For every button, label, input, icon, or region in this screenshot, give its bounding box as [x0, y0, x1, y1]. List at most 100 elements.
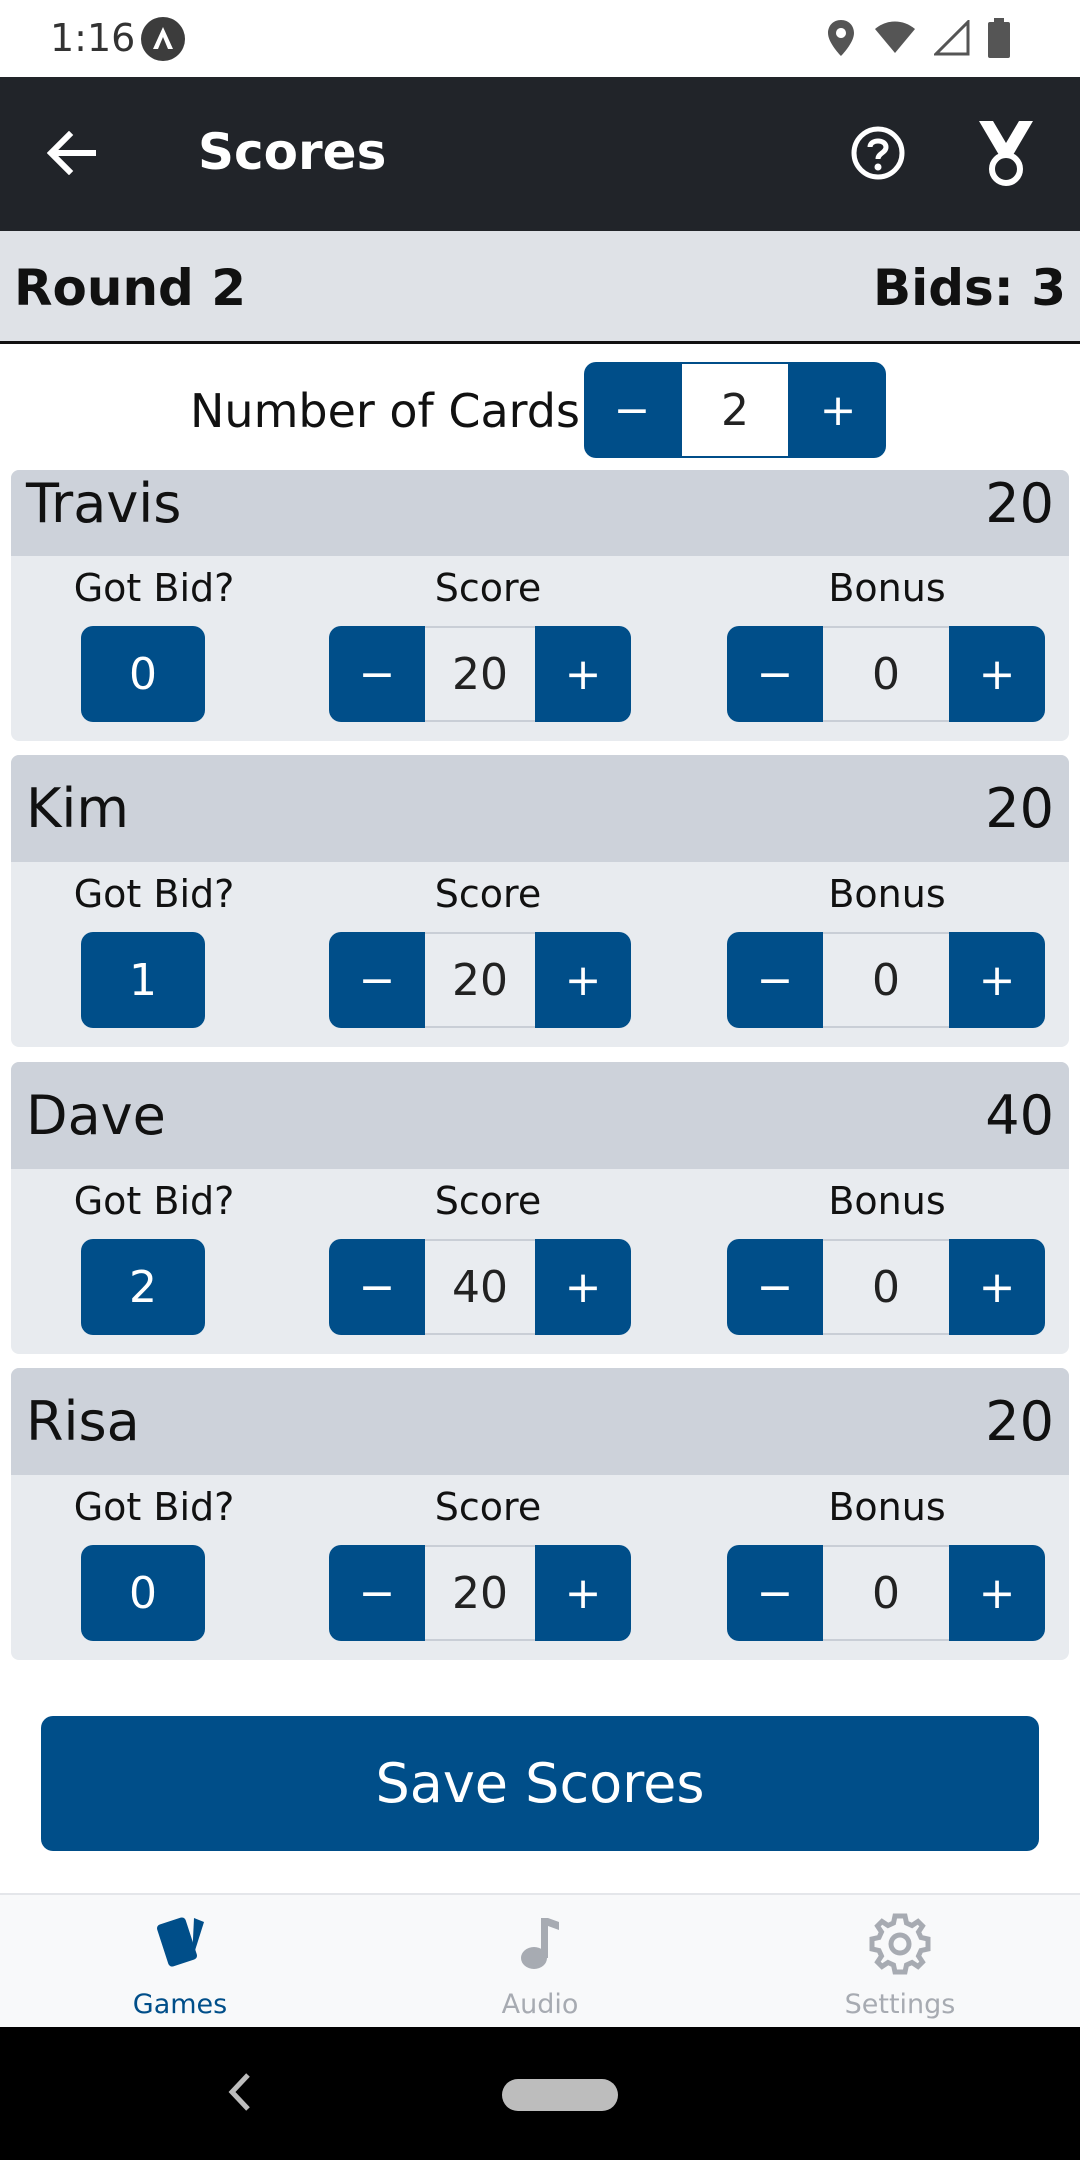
status-bar: 1:16 — [0, 0, 1080, 77]
player-total-score: 20 — [985, 1390, 1054, 1453]
cards-value[interactable]: 2 — [680, 362, 790, 458]
score-stepper: − 20 + — [329, 1545, 631, 1641]
player-body: Got Bid? Score Bonus 0 − 20 + − 0 + — [11, 556, 1069, 741]
score-value[interactable]: 20 — [425, 1545, 535, 1641]
player-body: Got Bid? Score Bonus 1 − 20 + − 0 + — [11, 862, 1069, 1047]
bonus-increment-button[interactable]: + — [949, 1239, 1045, 1335]
number-of-cards-stepper: − 2 + — [584, 362, 886, 458]
score-increment-button[interactable]: + — [535, 932, 631, 1028]
player-total-score: 20 — [985, 777, 1054, 840]
app-notification-icon — [141, 17, 185, 61]
player-card-dave: Dave 40 Got Bid? Score Bonus 2 − 40 + − … — [11, 1062, 1069, 1354]
player-name: Dave — [26, 1084, 166, 1147]
player-body: Got Bid? Score Bonus 2 − 40 + − 0 + — [11, 1169, 1069, 1354]
nav-item-settings[interactable]: Settings — [720, 1895, 1080, 2027]
score-stepper: − 20 + — [329, 626, 631, 722]
score-stepper: − 40 + — [329, 1239, 631, 1335]
got-bid-button[interactable]: 1 — [81, 932, 205, 1028]
bonus-decrement-button[interactable]: − — [727, 1545, 823, 1641]
back-button[interactable] — [36, 117, 108, 189]
system-navigation-bar — [0, 2027, 1080, 2160]
score-label: Score — [434, 1179, 542, 1223]
got-bid-button[interactable]: 0 — [81, 1545, 205, 1641]
status-icons — [826, 18, 1010, 62]
player-body: Got Bid? Score Bonus 0 − 20 + − 0 + — [11, 1475, 1069, 1660]
got-bid-label: Got Bid? — [73, 566, 235, 610]
player-name: Travis — [26, 472, 182, 535]
wifi-icon — [874, 21, 916, 59]
score-value[interactable]: 20 — [425, 626, 535, 722]
score-decrement-button[interactable]: − — [329, 1239, 425, 1335]
player-header: Travis 20 — [11, 470, 1069, 556]
player-total-score: 20 — [985, 472, 1054, 535]
player-header: Dave 40 — [11, 1062, 1069, 1169]
bonus-decrement-button[interactable]: − — [727, 626, 823, 722]
location-icon — [826, 18, 856, 62]
player-header: Risa 20 — [11, 1368, 1069, 1475]
player-card-risa: Risa 20 Got Bid? Score Bonus 0 − 20 + − … — [11, 1368, 1069, 1660]
bonus-label: Bonus — [828, 566, 946, 610]
player-card-travis: Travis 20 Got Bid? Score Bonus 0 − 20 + … — [11, 470, 1069, 741]
cards-decrement-button[interactable]: − — [584, 362, 680, 458]
score-increment-button[interactable]: + — [535, 1545, 631, 1641]
system-home-button[interactable] — [502, 2079, 618, 2111]
bonus-value[interactable]: 0 — [823, 1545, 949, 1641]
signal-icon — [932, 18, 970, 60]
round-bar: Round 2 Bids: 3 — [0, 231, 1080, 344]
got-bid-label: Got Bid? — [73, 872, 235, 916]
bonus-stepper: − 0 + — [727, 626, 1045, 722]
number-of-cards-row: Number of Cards − 2 + — [0, 344, 1080, 470]
bonus-stepper: − 0 + — [727, 1239, 1045, 1335]
bonus-increment-button[interactable]: + — [949, 626, 1045, 722]
player-card-kim: Kim 20 Got Bid? Score Bonus 1 − 20 + − 0… — [11, 755, 1069, 1047]
chevron-left-icon — [228, 2073, 250, 2111]
nav-label: Games — [132, 1989, 228, 2020]
bonus-decrement-button[interactable]: − — [727, 932, 823, 1028]
score-decrement-button[interactable]: − — [329, 626, 425, 722]
score-stepper: − 20 + — [329, 932, 631, 1028]
help-button[interactable] — [842, 117, 914, 189]
bonus-stepper: − 0 + — [727, 1545, 1045, 1641]
bonus-label: Bonus — [828, 1485, 946, 1529]
bottom-navigation: Games Audio Settings — [0, 1893, 1080, 2027]
score-value[interactable]: 20 — [425, 932, 535, 1028]
leaderboard-button[interactable] — [966, 113, 1046, 193]
round-label: Round 2 — [14, 259, 247, 317]
bonus-label: Bonus — [828, 872, 946, 916]
got-bid-button[interactable]: 2 — [81, 1239, 205, 1335]
player-total-score: 40 — [985, 1084, 1054, 1147]
player-header: Kim 20 — [11, 755, 1069, 862]
battery-icon — [988, 18, 1010, 62]
bonus-increment-button[interactable]: + — [949, 932, 1045, 1028]
nav-label: Settings — [844, 1989, 956, 2020]
cards-icon — [145, 1909, 215, 1979]
status-time: 1:16 — [50, 16, 136, 60]
player-name: Kim — [26, 777, 130, 840]
score-increment-button[interactable]: + — [535, 626, 631, 722]
score-increment-button[interactable]: + — [535, 1239, 631, 1335]
bonus-decrement-button[interactable]: − — [727, 1239, 823, 1335]
help-icon — [851, 126, 905, 180]
gear-icon — [865, 1909, 935, 1979]
cards-increment-button[interactable]: + — [790, 362, 886, 458]
system-back-button[interactable] — [220, 2067, 260, 2117]
score-decrement-button[interactable]: − — [329, 1545, 425, 1641]
bonus-stepper: − 0 + — [727, 932, 1045, 1028]
bonus-value[interactable]: 0 — [823, 932, 949, 1028]
score-decrement-button[interactable]: − — [329, 932, 425, 1028]
save-scores-button[interactable]: Save Scores — [41, 1716, 1039, 1851]
score-label: Score — [434, 1485, 542, 1529]
bids-label: Bids: 3 — [873, 259, 1066, 317]
bonus-label: Bonus — [828, 1179, 946, 1223]
score-label: Score — [434, 566, 542, 610]
medal-icon — [979, 121, 1033, 186]
nav-item-audio[interactable]: Audio — [360, 1895, 720, 2027]
number-of-cards-label: Number of Cards — [190, 384, 580, 438]
arrow-back-icon — [47, 131, 96, 175]
nav-item-games[interactable]: Games — [0, 1895, 360, 2027]
got-bid-button[interactable]: 0 — [81, 626, 205, 722]
score-value[interactable]: 40 — [425, 1239, 535, 1335]
bonus-increment-button[interactable]: + — [949, 1545, 1045, 1641]
bonus-value[interactable]: 0 — [823, 626, 949, 722]
bonus-value[interactable]: 0 — [823, 1239, 949, 1335]
